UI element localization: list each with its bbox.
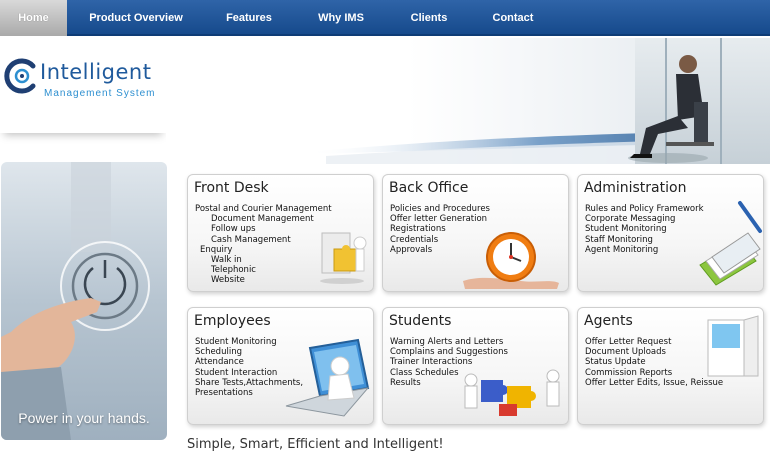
list-item: Student Monitoring bbox=[585, 224, 667, 235]
nav-why-ims[interactable]: Why IMS bbox=[310, 0, 372, 36]
list-item: Policies and Procedures bbox=[390, 204, 490, 214]
folders-and-pen-icon bbox=[699, 201, 762, 286]
nav-home[interactable]: Home bbox=[0, 0, 67, 36]
list-item: Offer letter Generation bbox=[390, 214, 488, 225]
list-item: Telephonic bbox=[211, 265, 256, 276]
promo-image-power: Power in your hands. bbox=[1, 162, 167, 440]
clock-in-hand-icon bbox=[463, 232, 559, 289]
card-title: Agents bbox=[584, 313, 633, 329]
list-item: Staff Monitoring bbox=[585, 234, 653, 245]
card-administration[interactable]: Administration Rules and Policy Framewor… bbox=[577, 174, 764, 292]
card-front-desk[interactable]: Front Desk Postal and Courier Management… bbox=[187, 174, 374, 292]
hand-power-button-icon bbox=[1, 162, 150, 440]
list-item: Trainer Interactions bbox=[390, 357, 473, 368]
list-item: Postal and Courier Management bbox=[195, 204, 332, 214]
list-item: Warning Alerts and Letters bbox=[390, 337, 504, 347]
list-item: Cash Management bbox=[211, 234, 291, 245]
card-title: Students bbox=[389, 313, 452, 329]
businessman-photo-icon bbox=[628, 55, 714, 163]
open-door-icon bbox=[707, 315, 759, 377]
logo-c-icon bbox=[4, 58, 36, 94]
list-item: Walk in bbox=[211, 255, 242, 266]
promo-caption: Power in your hands. bbox=[18, 410, 150, 426]
top-navigation: Home Product Overview Features Why IMS C… bbox=[0, 0, 770, 36]
list-item: Follow ups bbox=[211, 224, 256, 235]
puzzle-figure-icon bbox=[320, 232, 367, 284]
list-item: Enquiry bbox=[200, 244, 233, 255]
list-item: Complains and Suggestions bbox=[390, 347, 508, 358]
nav-contact[interactable]: Contact bbox=[484, 0, 542, 36]
header-banner bbox=[166, 38, 770, 164]
list-item: Corporate Messaging bbox=[585, 214, 676, 225]
card-back-office[interactable]: Back Office Policies and Procedures Offe… bbox=[382, 174, 569, 292]
puzzle-people-icon bbox=[464, 369, 560, 416]
card-employees[interactable]: Employees Student Monitoring Scheduling … bbox=[187, 307, 374, 425]
list-item: Document Management bbox=[211, 214, 314, 225]
card-students[interactable]: Students Warning Alerts and Letters Comp… bbox=[382, 307, 569, 425]
list-item: Rules and Policy Framework bbox=[585, 204, 704, 214]
nav-product-overview[interactable]: Product Overview bbox=[82, 0, 190, 36]
figure-on-laptop-icon bbox=[285, 338, 370, 417]
card-title: Front Desk bbox=[194, 180, 269, 196]
card-feature-list: Rules and Policy Framework Corporate Mes… bbox=[585, 204, 704, 255]
nav-clients[interactable]: Clients bbox=[400, 0, 458, 36]
logo-title: Intelligent bbox=[40, 60, 152, 84]
card-title: Employees bbox=[194, 313, 271, 329]
logo-subtitle: Management System bbox=[44, 88, 156, 99]
nav-features[interactable]: Features bbox=[218, 0, 280, 36]
card-title: Administration bbox=[584, 180, 687, 196]
logo[interactable]: Intelligent Management System bbox=[0, 38, 166, 133]
card-agents[interactable]: Agents Offer Letter Request Document Upl… bbox=[577, 307, 764, 425]
list-item: Agent Monitoring bbox=[585, 244, 659, 255]
card-feature-list: Postal and Courier Management Document M… bbox=[195, 204, 332, 286]
list-item: Website bbox=[211, 275, 245, 286]
card-title: Back Office bbox=[389, 180, 469, 196]
tagline: Simple, Smart, Efficient and Intelligent… bbox=[187, 437, 444, 452]
